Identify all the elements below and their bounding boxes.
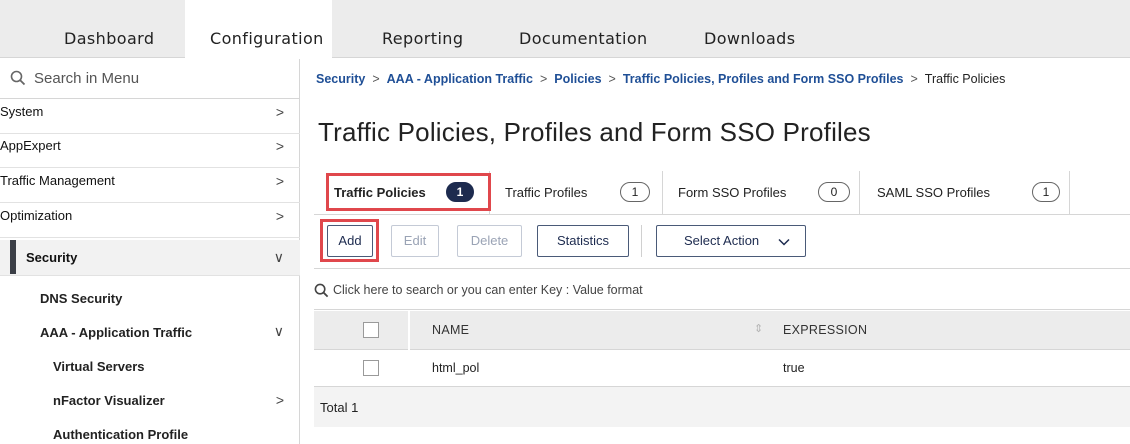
sidebar-item-label: Security xyxy=(26,250,78,265)
sidebar-item-authentication-profile[interactable]: Authentication Profile xyxy=(0,415,300,444)
sidebar-item-system[interactable]: System > xyxy=(0,100,300,134)
menu-search-placeholder: Search in Menu xyxy=(34,70,140,87)
column-divider xyxy=(408,311,410,350)
sort-icon[interactable]: ⇕ xyxy=(754,322,763,335)
menu-search[interactable]: Search in Menu xyxy=(0,59,300,99)
breadcrumb-policies[interactable]: Policies xyxy=(554,72,601,86)
sidebar-item-label: Authentication Profile xyxy=(53,427,189,442)
sidebar-item-optimization[interactable]: Optimization > xyxy=(0,204,300,238)
edit-button[interactable]: Edit xyxy=(391,225,439,257)
chevron-right-icon: > xyxy=(275,104,284,120)
sidebar: Search in Menu System > AppExpert > Traf… xyxy=(0,59,300,444)
search-icon xyxy=(314,283,329,298)
sidebar-item-security[interactable]: Security ∨ xyxy=(0,240,300,276)
top-navigation: Dashboard Configuration Reporting Docume… xyxy=(0,0,1130,59)
sidebar-item-nfactor-visualizer[interactable]: nFactor Visualizer > xyxy=(0,381,300,415)
sidebar-item-label: DNS Security xyxy=(40,291,123,306)
delete-button[interactable]: Delete xyxy=(457,225,522,257)
search-icon xyxy=(10,70,26,86)
breadcrumb-traffic-policies-profiles[interactable]: Traffic Policies, Profiles and Form SSO … xyxy=(623,72,904,86)
tab-label: SAML SSO Profiles xyxy=(877,185,990,200)
profile-tabs: Traffic Policies 1 Traffic Profiles 1 Fo… xyxy=(314,171,1130,215)
statistics-button[interactable]: Statistics xyxy=(537,225,629,257)
chevron-right-icon: > xyxy=(275,173,284,189)
sidebar-item-label: Virtual Servers xyxy=(53,359,145,374)
tab-label: Form SSO Profiles xyxy=(678,185,787,200)
tab-form-sso-profiles[interactable]: Form SSO Profiles 0 xyxy=(663,171,860,215)
breadcrumb-current: Traffic Policies xyxy=(924,72,1006,86)
table-header: NAME ⇕ EXPRESSION xyxy=(314,311,1130,350)
count-badge: 0 xyxy=(818,182,850,202)
sidebar-item-label: AppExpert xyxy=(0,138,61,153)
count-badge: 1 xyxy=(620,182,650,202)
sidebar-item-label: System xyxy=(0,104,44,119)
select-action-label: Select Action xyxy=(684,233,760,248)
sidebar-item-virtual-servers[interactable]: Virtual Servers xyxy=(0,347,300,381)
sidebar-item-aaa-application-traffic[interactable]: AAA - Application Traffic ∨ xyxy=(0,313,300,347)
count-badge: 1 xyxy=(1032,182,1060,202)
cell-name: html_pol xyxy=(432,361,480,375)
tab-dashboard[interactable]: Dashboard xyxy=(64,0,154,58)
table-row[interactable]: html_pol true xyxy=(314,350,1130,387)
total-count: Total 1 xyxy=(320,400,359,415)
select-all-checkbox[interactable] xyxy=(363,322,379,338)
tab-label: Traffic Profiles xyxy=(505,185,588,200)
select-action-dropdown[interactable]: Select Action xyxy=(656,225,806,257)
tab-downloads[interactable]: Downloads xyxy=(704,0,795,58)
highlight-box xyxy=(320,219,379,262)
chevron-right-icon: > xyxy=(275,208,284,224)
chevron-right-icon: > xyxy=(275,138,284,154)
tab-saml-sso-profiles[interactable]: SAML SSO Profiles 1 xyxy=(860,171,1070,215)
chevron-right-icon: > xyxy=(275,392,284,408)
sidebar-item-dns-security[interactable]: DNS Security xyxy=(0,277,300,313)
tab-documentation[interactable]: Documentation xyxy=(519,0,648,58)
toolbar: Add Edit Delete Statistics Select Action xyxy=(314,215,1130,269)
chevron-down-icon xyxy=(778,238,790,246)
tab-configuration[interactable]: Configuration xyxy=(185,0,332,59)
table-search-placeholder: Click here to search or you can enter Ke… xyxy=(333,283,643,297)
sidebar-item-appexpert[interactable]: AppExpert > xyxy=(0,134,300,168)
sidebar-item-label: nFactor Visualizer xyxy=(53,393,165,408)
main-content: Security > AAA - Application Traffic > Polic… xyxy=(301,59,1130,444)
active-indicator xyxy=(10,240,16,274)
table-search[interactable]: Click here to search or you can enter Ke… xyxy=(314,270,1130,310)
breadcrumb-separator: > xyxy=(372,72,380,86)
breadcrumb-separator: > xyxy=(608,72,616,86)
breadcrumb-security[interactable]: Security xyxy=(316,72,365,86)
sidebar-item-label: AAA - Application Traffic xyxy=(40,325,193,340)
tab-traffic-profiles[interactable]: Traffic Profiles 1 xyxy=(490,171,663,215)
table-footer: Total 1 xyxy=(314,387,1130,427)
tab-reporting[interactable]: Reporting xyxy=(382,0,463,58)
breadcrumb: Security > AAA - Application Traffic > Polic… xyxy=(316,72,1005,86)
sidebar-item-label: Traffic Management xyxy=(0,173,115,188)
toolbar-divider xyxy=(641,225,642,257)
breadcrumb-separator: > xyxy=(539,72,548,86)
sidebar-item-label: Optimization xyxy=(0,208,73,223)
row-checkbox[interactable] xyxy=(363,360,379,376)
sidebar-item-traffic-management[interactable]: Traffic Management > xyxy=(0,169,300,203)
column-header-expression[interactable]: EXPRESSION xyxy=(783,323,867,337)
highlight-box xyxy=(326,173,491,211)
page-title: Traffic Policies, Profiles and Form SSO … xyxy=(318,117,871,147)
chevron-down-icon: ∨ xyxy=(273,323,284,339)
chevron-down-icon: ∨ xyxy=(273,249,284,265)
column-header-name[interactable]: NAME xyxy=(432,323,469,337)
breadcrumb-separator: > xyxy=(910,72,918,86)
breadcrumb-aaa-application-traffic[interactable]: AAA - Application Traffic xyxy=(387,72,533,86)
cell-expression: true xyxy=(783,361,805,375)
